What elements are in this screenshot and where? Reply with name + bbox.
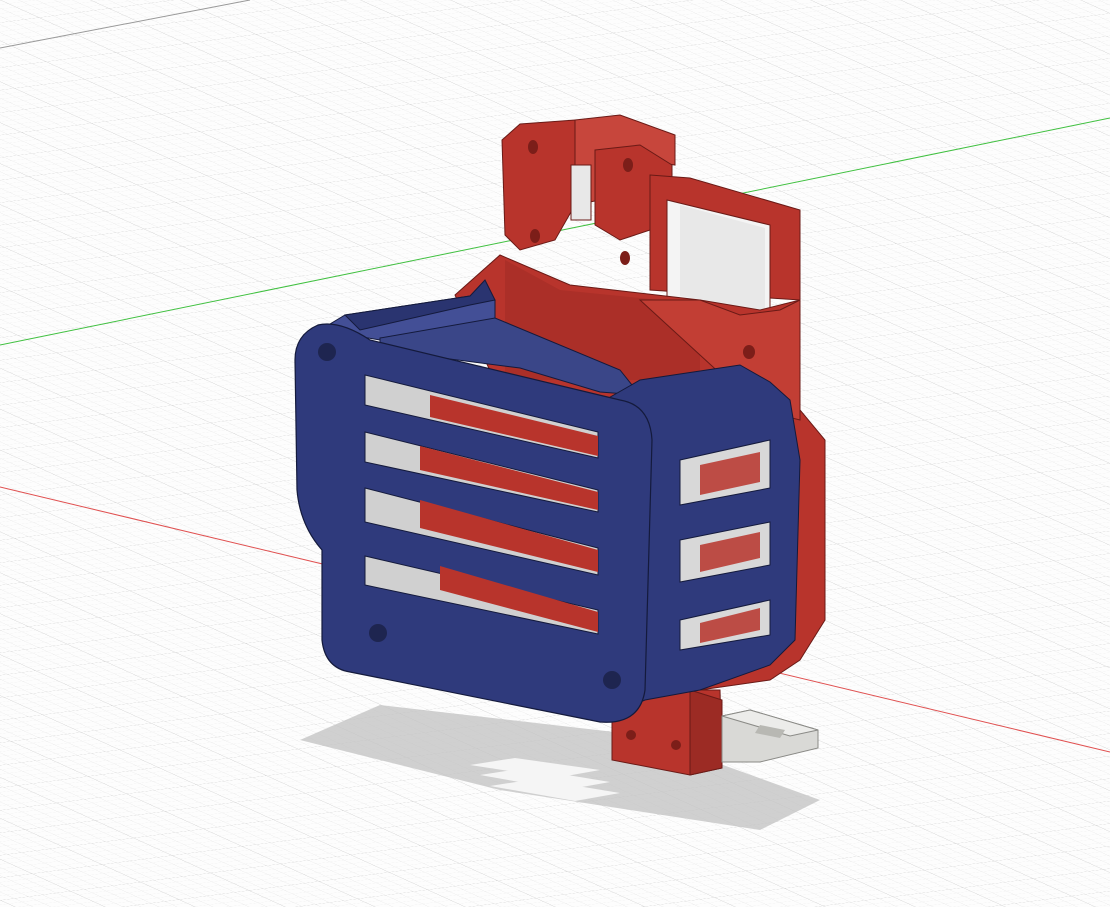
viewport-canvas[interactable] — [0, 0, 1110, 907]
3d-viewport[interactable] — [0, 0, 1110, 907]
